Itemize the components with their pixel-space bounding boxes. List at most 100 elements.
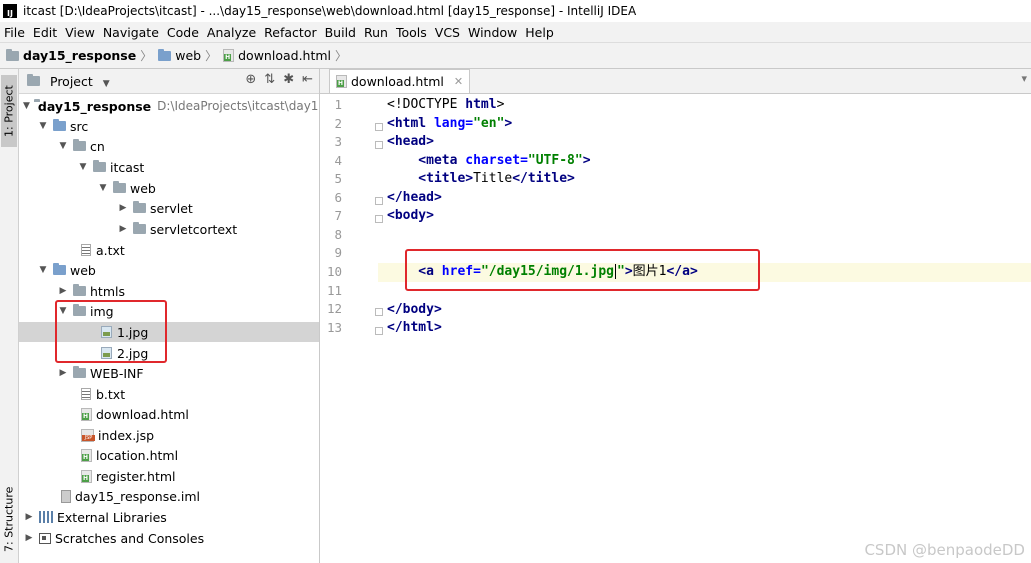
fold-marker-icon[interactable] xyxy=(375,141,383,149)
tree-item-label: External Libraries xyxy=(57,509,167,525)
code-line-13: </html> xyxy=(387,319,442,337)
tree-item-htmls[interactable]: ▶ htmls xyxy=(19,281,319,301)
fold-marker-icon[interactable] xyxy=(375,327,383,335)
fold-marker-icon[interactable] xyxy=(375,215,383,223)
fold-marker-icon[interactable] xyxy=(375,123,383,131)
project-tool-tab[interactable]: 1: Project xyxy=(1,75,17,147)
tree-item-index-jsp[interactable]: index.jsp xyxy=(19,425,319,445)
chevron-right-icon[interactable]: ▶ xyxy=(57,368,69,378)
structure-tool-tab[interactable]: 7: Structure xyxy=(1,484,17,554)
chevron-down-icon[interactable]: ▼ xyxy=(57,141,69,151)
menu-code[interactable]: Code xyxy=(163,25,203,40)
chevron-down-icon[interactable]: ▼ xyxy=(97,183,109,193)
hide-panel-icon[interactable]: ⇤ xyxy=(302,72,313,87)
chevron-down-icon[interactable]: ▼ xyxy=(37,121,49,131)
code-token: <!DOCTYPE xyxy=(387,97,466,112)
chevron-right-icon[interactable]: ▶ xyxy=(117,203,129,213)
watermark: CSDN @benpaodeDD xyxy=(864,541,1025,559)
menu-analyze[interactable]: Analyze xyxy=(203,25,260,40)
chevron-down-icon[interactable]: ▼ xyxy=(77,162,89,172)
breadcrumb-project[interactable]: day15_response 〉 xyxy=(6,47,152,64)
editor-gutter: 1 2 3 4 5 6 7 8 9 10 11 12 13 xyxy=(320,94,383,563)
tabs-menu-icon[interactable]: ▾ xyxy=(1021,72,1027,85)
menu-tools[interactable]: Tools xyxy=(392,25,431,40)
chevron-right-icon[interactable]: ▶ xyxy=(23,512,35,522)
code-token: <title> xyxy=(387,171,474,186)
line-number: 7 xyxy=(334,208,342,223)
menu-help[interactable]: Help xyxy=(521,25,558,40)
collapse-all-icon[interactable]: ⇅ xyxy=(264,72,275,87)
tree-item-iml[interactable]: day15_response.iml xyxy=(19,486,319,506)
tree-item-download-html[interactable]: download.html xyxy=(19,404,319,424)
menu-view[interactable]: View xyxy=(61,25,99,40)
menu-edit[interactable]: Edit xyxy=(29,25,61,40)
tree-item-label: cn xyxy=(90,138,105,154)
tree-item-register-html[interactable]: register.html xyxy=(19,466,319,486)
line-number: 2 xyxy=(334,116,342,131)
code-line-2: <html lang="en"> xyxy=(387,115,512,133)
line-number: 9 xyxy=(334,245,342,260)
tree-item-external-libraries[interactable]: ▶ External Libraries xyxy=(19,507,319,527)
img-folder-highlight xyxy=(55,300,167,363)
project-panel-header: Project ▼ ⊕ ⇅ ✱ ⇤ xyxy=(19,69,319,94)
menu-file[interactable]: File xyxy=(0,25,29,40)
project-panel-tools: ⊕ ⇅ ✱ ⇤ xyxy=(245,72,313,87)
fold-marker-icon[interactable] xyxy=(375,308,383,316)
source-folder-icon xyxy=(53,119,66,131)
html-file-icon xyxy=(223,49,235,62)
tree-item-label: web xyxy=(130,180,156,196)
menu-run[interactable]: Run xyxy=(360,25,392,40)
tree-item-label: a.txt xyxy=(96,242,125,258)
project-panel: Project ▼ ⊕ ⇅ ✱ ⇤ ▼ day15_response D:\Id… xyxy=(19,69,320,563)
tree-item-scratches[interactable]: ▶ Scratches and Consoles xyxy=(19,528,319,548)
menu-refactor[interactable]: Refactor xyxy=(260,25,320,40)
tree-item-web-inf[interactable]: ▶ WEB-INF xyxy=(19,363,319,383)
project-view-selector[interactable]: Project ▼ xyxy=(50,74,110,89)
menu-build[interactable]: Build xyxy=(321,25,360,40)
chevron-right-icon[interactable]: ▶ xyxy=(117,224,129,234)
tree-item-itcast[interactable]: ▼ itcast xyxy=(19,157,319,177)
code-highlight-box xyxy=(405,249,760,291)
tree-item-label: htmls xyxy=(90,283,125,299)
line-number: 11 xyxy=(326,283,342,298)
tree-item-label: download.html xyxy=(96,406,189,422)
locate-icon[interactable]: ⊕ xyxy=(245,72,256,87)
menu-vcs[interactable]: VCS xyxy=(431,25,464,40)
tree-item-b-txt[interactable]: b.txt xyxy=(19,384,319,404)
code-token: </body> xyxy=(387,302,442,317)
project-view-label: Project xyxy=(50,73,93,89)
chevron-right-icon[interactable]: ▶ xyxy=(23,533,35,543)
project-tool-tab-label: 1: Project xyxy=(2,85,16,137)
tree-item-web-package[interactable]: ▼ web xyxy=(19,178,319,198)
tree-item-label: Scratches and Consoles xyxy=(55,530,205,546)
chevron-down-icon[interactable]: ▼ xyxy=(37,265,49,275)
breadcrumb-web[interactable]: web 〉 xyxy=(158,47,217,64)
tree-item-label: register.html xyxy=(96,468,176,484)
fold-marker-icon[interactable] xyxy=(375,197,383,205)
html-file-icon xyxy=(336,75,347,88)
code-line-6: </head> xyxy=(387,189,442,207)
tree-item-label: day15_response.iml xyxy=(75,488,201,504)
text-file-icon xyxy=(81,244,91,256)
close-icon[interactable]: ✕ xyxy=(454,75,463,88)
menu-navigate[interactable]: Navigate xyxy=(99,25,163,40)
breadcrumb-file[interactable]: download.html 〉 xyxy=(223,47,347,64)
tree-item-location-html[interactable]: location.html xyxy=(19,445,319,465)
tree-item-servlet[interactable]: ▶ servlet xyxy=(19,198,319,218)
text-file-icon xyxy=(81,388,91,400)
left-tool-strip: 1: Project 7: Structure xyxy=(0,69,19,563)
tree-item-project-root[interactable]: ▼ day15_response D:\IdeaProjects\itcast\… xyxy=(19,96,319,116)
chevron-right-icon[interactable]: ▶ xyxy=(57,286,69,296)
console-icon xyxy=(39,532,51,544)
menu-window[interactable]: Window xyxy=(464,25,521,40)
tree-item-web[interactable]: ▼ web xyxy=(19,260,319,280)
tree-item-label: servlet xyxy=(150,200,193,216)
tree-item-cn[interactable]: ▼ cn xyxy=(19,136,319,156)
tree-item-a-txt[interactable]: a.txt xyxy=(19,240,319,260)
chevron-down-icon[interactable]: ▼ xyxy=(23,101,30,111)
line-number: 5 xyxy=(334,171,342,186)
tab-download-html[interactable]: download.html ✕ xyxy=(329,69,471,93)
tree-item-servletcortext[interactable]: ▶ servletcortext xyxy=(19,219,319,239)
gear-icon[interactable]: ✱ xyxy=(283,72,294,87)
tree-item-src[interactable]: ▼ src xyxy=(19,116,319,136)
